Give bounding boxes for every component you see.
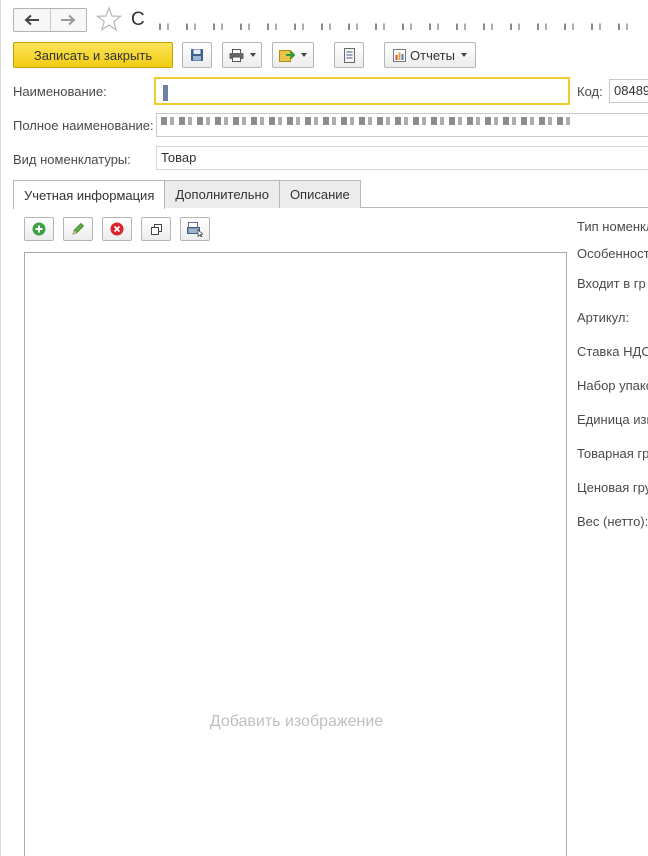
code-input[interactable]: 08489 <box>609 79 648 103</box>
vat-rate-label: Ставка НДС <box>577 344 648 359</box>
print-button[interactable] <box>222 42 262 68</box>
active-tab-gap <box>14 207 160 208</box>
chevron-down-icon <box>249 53 256 57</box>
back-button[interactable] <box>14 9 50 31</box>
plus-circle-icon <box>32 222 46 236</box>
full-name-input[interactable] <box>156 113 648 137</box>
create-based-on-icon <box>279 49 295 62</box>
unit-label: Единица изм <box>577 412 648 427</box>
text-cursor <box>163 85 168 101</box>
tab-label: Дополнительно <box>175 187 269 202</box>
tab-additional[interactable]: Дополнительно <box>164 180 280 208</box>
full-name-label: Полное наименование: <box>13 118 154 133</box>
navigation-buttons <box>13 8 87 32</box>
floppy-disk-icon <box>191 49 203 61</box>
favorite-star-icon[interactable] <box>96 6 122 32</box>
item-kind-label: Вид номенклатуры: <box>13 152 131 167</box>
create-based-on-button[interactable] <box>272 42 314 68</box>
code-label: Код: <box>577 84 603 99</box>
package-set-label: Набор упако <box>577 378 648 393</box>
name-input[interactable] <box>154 77 570 105</box>
item-kind-value: Товар <box>161 150 197 165</box>
delete-image-button[interactable] <box>102 217 132 241</box>
tab-accounting-info[interactable]: Учетная информация <box>13 180 166 209</box>
scan-image-button[interactable] <box>180 217 210 241</box>
code-value: 08489 <box>614 83 648 98</box>
item-kind-input[interactable]: Товар <box>156 146 648 170</box>
image-panel[interactable]: Добавить изображение <box>24 252 567 856</box>
save-button[interactable] <box>182 42 212 68</box>
window-title-obscured <box>150 16 630 30</box>
pencil-icon <box>72 222 85 235</box>
open-in-window-button[interactable] <box>141 217 171 241</box>
save-and-close-button[interactable]: Записать и закрыть <box>13 42 173 68</box>
chevron-down-icon <box>460 53 467 57</box>
arrow-right-icon <box>61 14 76 26</box>
item-type-label: Тип номенкл <box>577 219 648 234</box>
delete-circle-icon <box>110 222 124 236</box>
tab-label: Описание <box>289 187 350 202</box>
save-and-close-label: Записать и закрыть <box>33 47 153 63</box>
document-list-icon <box>343 47 355 63</box>
report-chart-icon <box>393 48 407 62</box>
article-label: Артикул: <box>577 310 630 325</box>
tab-description[interactable]: Описание <box>278 180 361 208</box>
window-edge <box>0 0 1 856</box>
name-label: Наименование: <box>13 84 107 99</box>
chevron-down-icon <box>301 53 307 57</box>
add-image-link[interactable]: Добавить изображение <box>25 713 568 731</box>
scanner-icon <box>187 221 203 237</box>
product-group-label: Товарная гр <box>577 446 648 461</box>
group-label: Входит в гр <box>577 276 646 291</box>
tab-bar: Учетная информация Дополнительно Описани… <box>13 180 361 209</box>
printer-icon <box>229 48 243 62</box>
list-view-button[interactable] <box>334 42 364 68</box>
reports-button[interactable]: Отчеты <box>384 42 476 68</box>
edit-image-button[interactable] <box>63 217 93 241</box>
net-weight-label: Вес (нетто): <box>577 514 648 529</box>
copy-window-icon <box>150 223 162 235</box>
add-image-button[interactable] <box>24 217 54 241</box>
forward-button[interactable] <box>49 9 87 31</box>
window-title: С <box>131 9 145 30</box>
price-group-label: Ценовая гру <box>577 480 648 495</box>
features-label: Особенност <box>577 246 648 261</box>
tab-label: Учетная информация <box>24 187 155 203</box>
item-form-window: С Записать и закрыть Отчеты Наименование… <box>0 0 648 856</box>
full-name-obscured-value <box>161 117 571 125</box>
arrow-left-icon <box>24 14 39 26</box>
reports-label: Отчеты <box>410 47 455 63</box>
